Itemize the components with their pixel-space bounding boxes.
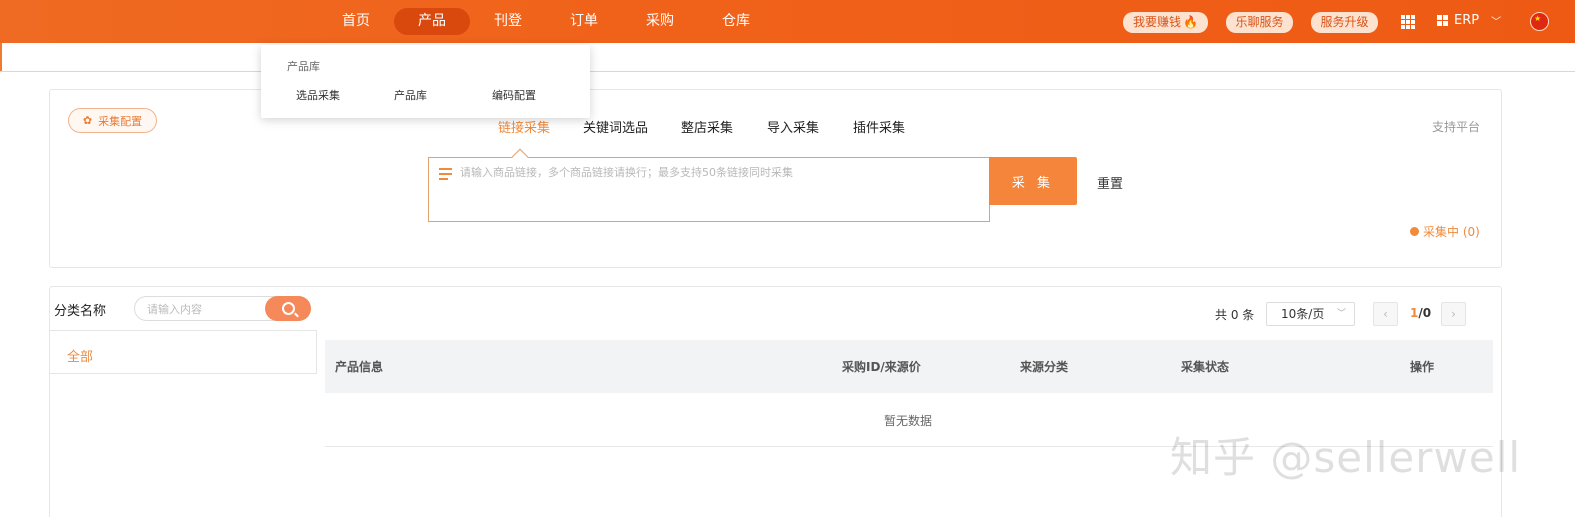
menu-item-product-library[interactable]: 产品库 (394, 87, 427, 103)
nav-products[interactable]: 产品 (394, 8, 470, 35)
total-pages: /0 (1418, 306, 1432, 320)
collect-config-label: 采集配置 (98, 114, 143, 128)
total-count: 共 0 条 (1215, 308, 1255, 322)
column-collect-status: 采集状态 (1181, 360, 1230, 374)
main-nav: 首页 产品 刊登 订单 采购 仓库 (318, 0, 774, 43)
category-divider-right (316, 330, 317, 374)
nav-purchase[interactable]: 采购 (622, 8, 698, 35)
earn-money-button[interactable]: 我要赚钱 🔥 (1123, 12, 1208, 33)
nav-orders[interactable]: 订单 (546, 8, 622, 35)
search-icon (281, 302, 295, 315)
collecting-status-label: 采集中 (0) (1423, 225, 1480, 239)
tab-plugin-collect[interactable]: 插件采集 (853, 117, 905, 136)
list-icon (439, 168, 452, 183)
reset-button[interactable]: 重置 (1097, 173, 1123, 192)
erp-grid-icon (1437, 15, 1448, 26)
category-title: 分类名称 (54, 304, 107, 319)
column-product-info: 产品信息 (335, 360, 384, 374)
top-navbar: 首页 产品 刊登 订单 采购 仓库 我要赚钱 🔥 乐聊服务 服务升级 ERP ﹀ (0, 0, 1575, 43)
page-size-value: 10条/页 (1281, 307, 1325, 321)
erp-switcher[interactable]: ERP ﹀ (1437, 13, 1501, 28)
chevron-down-icon: ﹀ (1491, 17, 1502, 28)
category-item-all[interactable]: 全部 (67, 346, 93, 365)
tab-link-collect[interactable]: 链接采集 (498, 117, 550, 136)
menu-item-code-config[interactable]: 编码配置 (492, 87, 536, 103)
empty-data-text: 暂无数据 (884, 414, 933, 428)
subtab-indicator (0, 43, 2, 71)
china-flag-icon[interactable] (1530, 12, 1549, 31)
chat-service-label: 乐聊服务 (1235, 15, 1284, 29)
column-actions: 操作 (1410, 360, 1435, 374)
prev-page-button[interactable]: ‹ (1373, 302, 1398, 326)
menu-item-product-selection[interactable]: 选品采集 (296, 87, 340, 103)
gear-icon: ✿ (82, 114, 93, 127)
watermark: 知乎 @sellerwell (1170, 433, 1522, 482)
upgrade-service-label: 服务升级 (1320, 15, 1369, 29)
page-size-select[interactable]: 10条/页 ﹀ (1266, 302, 1355, 326)
chat-service-button[interactable]: 乐聊服务 (1226, 12, 1293, 33)
tab-keyword-selection[interactable]: 关键词选品 (583, 117, 648, 136)
chevron-right-icon: › (1451, 307, 1456, 321)
collect-button[interactable]: 采 集 (989, 157, 1077, 205)
nav-home[interactable]: 首页 (318, 8, 394, 35)
dropdown-group-title: 产品库 (287, 60, 320, 73)
products-dropdown-menu: 产品库 选品采集 产品库 编码配置 (261, 45, 590, 118)
page-indicator: 1/0 (1410, 306, 1431, 320)
support-platform-link[interactable]: 支持平台 (1432, 118, 1480, 135)
tab-import-collect[interactable]: 导入采集 (767, 117, 819, 136)
tab-store-collect[interactable]: 整店采集 (681, 117, 733, 136)
category-search (134, 296, 311, 321)
category-search-input[interactable] (147, 301, 267, 317)
status-dot-icon (1410, 227, 1419, 236)
fire-icon: 🔥 (1183, 15, 1198, 29)
column-source-category: 来源分类 (1020, 360, 1069, 374)
earn-money-label: 我要赚钱 (1133, 15, 1182, 29)
link-input-box (428, 157, 990, 222)
collect-config-button[interactable]: ✿ 采集配置 (68, 108, 157, 133)
apps-grid-icon[interactable] (1401, 15, 1415, 29)
nav-listing[interactable]: 刊登 (470, 8, 546, 35)
chevron-left-icon: ‹ (1383, 307, 1388, 321)
product-link-input[interactable] (460, 164, 980, 214)
chevron-down-icon: ﹀ (1336, 309, 1346, 319)
column-purchase-id: 采购ID/来源价 (842, 360, 921, 374)
subnav-divider (0, 71, 1575, 72)
category-divider-top (49, 330, 316, 331)
nav-warehouse[interactable]: 仓库 (698, 8, 774, 35)
next-page-button[interactable]: › (1441, 302, 1466, 326)
category-search-button[interactable] (265, 296, 311, 321)
erp-label: ERP (1454, 13, 1480, 28)
collecting-status[interactable]: 采集中 (0) (1410, 223, 1480, 240)
upgrade-service-button[interactable]: 服务升级 (1311, 12, 1378, 33)
category-divider-bottom (49, 373, 316, 374)
